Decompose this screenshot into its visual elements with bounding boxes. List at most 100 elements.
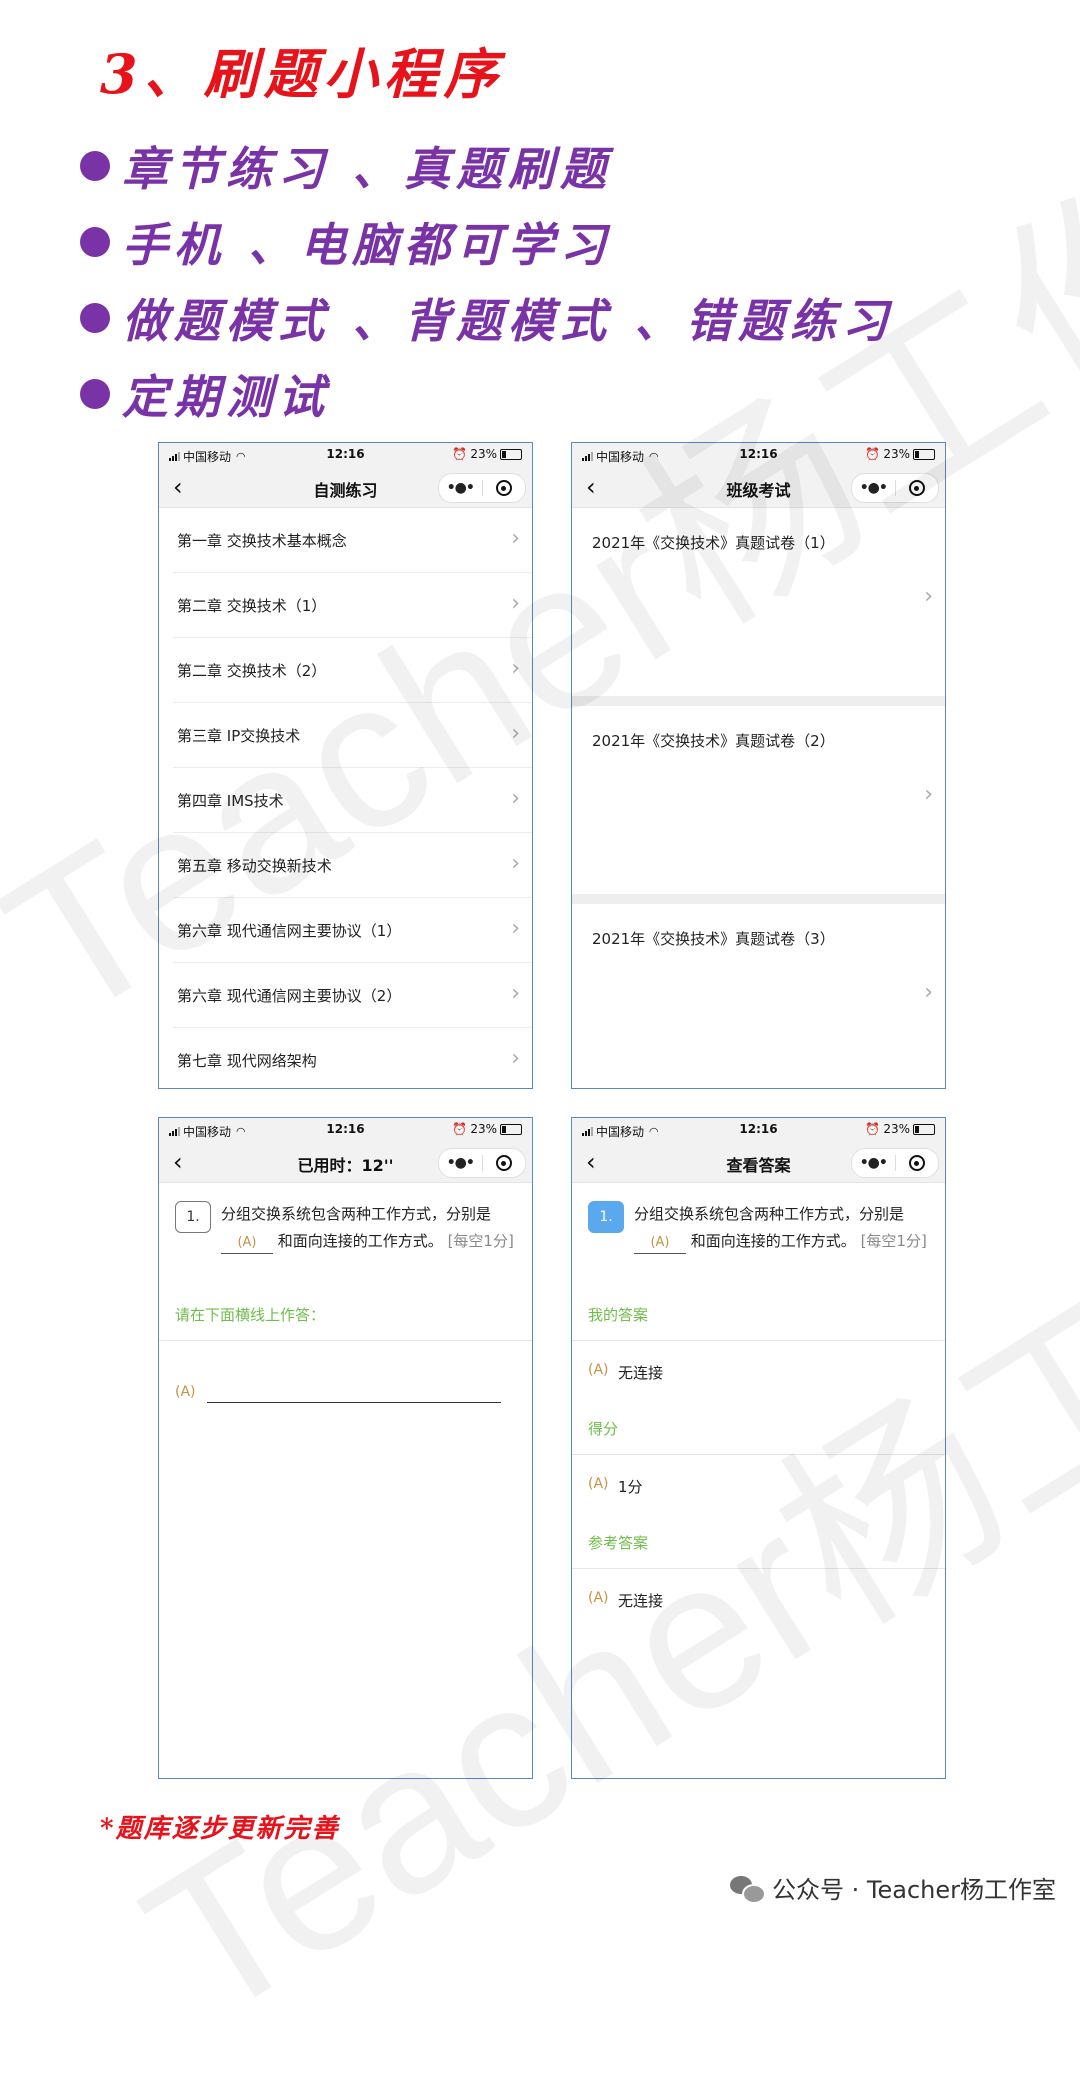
more-options-icon[interactable]: •●•: [439, 1155, 482, 1171]
exam-card[interactable]: 2021年《交换技术》真题试卷（2） ›: [572, 706, 945, 904]
score-note: [每空1分]: [447, 1232, 514, 1250]
exam-list: 2021年《交换技术》真题试卷（1） › 2021年《交换技术》真题试卷（2） › …: [572, 508, 945, 1088]
exam-card[interactable]: 2021年《交换技术》真题试卷（1） ›: [572, 508, 945, 706]
score-note: [每空1分]: [860, 1232, 927, 1250]
divider: [159, 1340, 532, 1341]
footnote: *题库逐步更新完善: [100, 1814, 340, 1844]
feature-text: 做题模式 、背题模式 、错题练习: [122, 294, 895, 348]
more-options-icon[interactable]: •●•: [852, 480, 895, 496]
feature-item: 手机 、电脑都可学习: [80, 204, 894, 280]
battery-percent: 23%: [883, 1122, 910, 1136]
more-options-icon[interactable]: •●•: [852, 1155, 895, 1171]
question-number[interactable]: 1.: [175, 1201, 211, 1233]
nav-bar: ‹ 班级考试 •●•: [572, 467, 945, 508]
alarm-icon: ⏰: [452, 447, 468, 461]
nav-bar: ‹ 查看答案 •●•: [572, 1142, 945, 1183]
phone-screen-self-test: 中国移动 ◠ 12:16 ⏰ 23% ‹ 自测练习 •●• 第一章 交换技术基本概念…: [158, 442, 533, 1089]
list-item[interactable]: 第二章 交换技术（2） ›: [173, 638, 532, 703]
alarm-icon: ⏰: [865, 1122, 881, 1136]
chevron-right-icon: ›: [511, 526, 520, 551]
chevron-right-icon: ›: [511, 981, 520, 1006]
score-value: 1分: [618, 1478, 643, 1496]
brand-credit: 公众号 · Teacher杨工作室: [730, 1870, 1056, 1905]
chevron-right-icon: ›: [511, 916, 520, 941]
nav-bar: ‹ 自测练习 •●•: [159, 467, 532, 508]
bullet-dot-icon: [80, 379, 110, 409]
battery-icon: [913, 448, 935, 460]
answer-input[interactable]: [207, 1402, 501, 1403]
feature-item: 章节练习 、真题刷题: [80, 128, 894, 204]
mini-program-capsule: •●•: [438, 1148, 526, 1178]
blank-slot: (A): [634, 1233, 686, 1254]
question-text: 1. 分组交换系统包含两种工作方式，分别是 (A) 和面向连接的工作方式。 [每…: [572, 1183, 945, 1255]
phone-screen-answering: 中国移动 ◠ 12:16 ⏰ 23% ‹ 已用时：12'' •●• 1. 分组交换系…: [158, 1117, 533, 1779]
reference-answer-header: 参考答案: [588, 1534, 649, 1552]
wechat-icon: [730, 1874, 767, 1904]
mini-program-capsule: •●•: [851, 473, 939, 503]
chevron-right-icon: ›: [511, 721, 520, 746]
more-options-icon[interactable]: •●•: [439, 480, 482, 496]
chapter-label: 第七章 现代网络架构: [177, 1052, 317, 1070]
list-item[interactable]: 第六章 现代通信网主要协议（2） ›: [173, 963, 532, 1028]
mini-program-capsule: •●•: [438, 473, 526, 503]
chevron-right-icon: ›: [511, 591, 520, 616]
list-item[interactable]: 第六章 现代通信网主要协议（1） ›: [173, 898, 532, 963]
battery-percent: 23%: [883, 447, 910, 461]
list-item[interactable]: 第五章 移动交换新技术 ›: [173, 833, 532, 898]
battery-percent: 23%: [470, 447, 497, 461]
feature-text: 手机 、电脑都可学习: [122, 218, 613, 272]
exam-card[interactable]: 2021年《交换技术》真题试卷（3） ›: [572, 904, 945, 1088]
phone-screen-view-answer: 中国移动 ◠ 12:16 ⏰ 23% ‹ 查看答案 •●• 1. 分组交换系统包含两…: [571, 1117, 946, 1779]
divider: [572, 1454, 945, 1455]
battery-icon: [500, 1123, 522, 1135]
close-mini-program-icon[interactable]: [483, 480, 526, 496]
chapter-label: 第二章 交换技术（2）: [177, 662, 327, 680]
chevron-right-icon: ›: [511, 851, 520, 876]
list-item[interactable]: 第一章 交换技术基本概念 ›: [173, 508, 532, 573]
feature-text: 定期测试: [122, 370, 330, 424]
battery-percent: 23%: [470, 1122, 497, 1136]
feature-item: 做题模式 、背题模式 、错题练习: [80, 280, 894, 356]
list-item[interactable]: 第四章 IMS技术 ›: [173, 768, 532, 833]
list-item[interactable]: 第七章 现代网络架构 ›: [173, 1028, 532, 1088]
battery-icon: [913, 1123, 935, 1135]
section-title: 3、刷题小程序: [100, 42, 504, 106]
feature-list: 章节练习 、真题刷题 手机 、电脑都可学习 做题模式 、背题模式 、错题练习 定…: [80, 128, 894, 432]
chapter-label: 第六章 现代通信网主要协议（1）: [177, 922, 402, 940]
exam-title: 2021年《交换技术》真题试卷（3）: [592, 930, 835, 948]
mini-program-capsule: •●•: [851, 1148, 939, 1178]
chevron-right-icon: ›: [511, 656, 520, 681]
divider: [572, 1568, 945, 1569]
question-text: 1. 分组交换系统包含两种工作方式，分别是 (A) 和面向连接的工作方式。 [每…: [159, 1183, 532, 1255]
my-answer-value: 无连接: [618, 1364, 664, 1382]
question-number[interactable]: 1.: [588, 1201, 624, 1233]
chapter-label: 第四章 IMS技术: [177, 792, 284, 810]
close-mini-program-icon[interactable]: [896, 1155, 939, 1171]
list-item[interactable]: 第二章 交换技术（1） ›: [173, 573, 532, 638]
alarm-icon: ⏰: [452, 1122, 468, 1136]
status-bar: 中国移动 ◠ 12:16 ⏰ 23%: [159, 1118, 532, 1142]
bullet-dot-icon: [80, 303, 110, 333]
chapter-label: 第五章 移动交换新技术: [177, 857, 332, 875]
score-header: 得分: [588, 1420, 619, 1438]
answer-instruction: 请在下面横线上作答：: [175, 1306, 326, 1324]
battery-icon: [500, 448, 522, 460]
bullet-dot-icon: [80, 151, 110, 181]
feature-item: 定期测试: [80, 356, 894, 432]
nav-bar: ‹ 已用时：12'' •●•: [159, 1142, 532, 1183]
list-item[interactable]: 第三章 IP交换技术 ›: [173, 703, 532, 768]
brand-text: 公众号 · Teacher杨工作室: [772, 1876, 1056, 1904]
chevron-right-icon: ›: [511, 1046, 520, 1071]
chapter-label: 第三章 IP交换技术: [177, 727, 301, 745]
chapter-label: 第六章 现代通信网主要协议（2）: [177, 987, 402, 1005]
my-answer-header: 我的答案: [588, 1306, 649, 1324]
chevron-right-icon: ›: [924, 782, 933, 807]
answer-label: (A): [588, 1362, 609, 1378]
close-mini-program-icon[interactable]: [483, 1155, 526, 1171]
blank-slot: (A): [221, 1233, 273, 1254]
chevron-right-icon: ›: [924, 980, 933, 1005]
close-mini-program-icon[interactable]: [896, 480, 939, 496]
status-bar: 中国移动 ◠ 12:16 ⏰ 23%: [159, 443, 532, 467]
phone-screen-class-exam: 中国移动 ◠ 12:16 ⏰ 23% ‹ 班级考试 •●• 2021年《交换技术》真…: [571, 442, 946, 1089]
divider: [572, 1340, 945, 1341]
